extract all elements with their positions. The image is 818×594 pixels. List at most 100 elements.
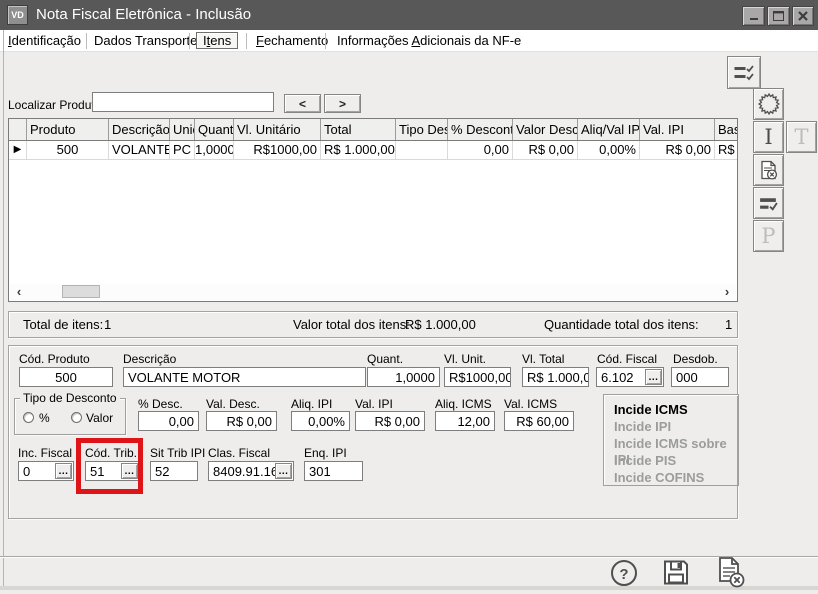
clas-fiscal-lookup-button[interactable]: ... (275, 463, 292, 479)
enq-ipi-field[interactable]: 301 (304, 461, 363, 481)
column-header-pct-desconto[interactable]: % Desconto (448, 119, 513, 140)
tab-fechamento[interactable]: Fechamento (256, 30, 328, 52)
radio-valor[interactable] (71, 412, 82, 423)
cod-produto-label: Cód. Produto (19, 352, 90, 366)
cod-trib-field[interactable]: 51 ... (85, 461, 140, 481)
items-table: Produto Descrição Unid Quant. Vl. Unitár… (8, 118, 738, 302)
column-header-produto[interactable]: Produto (27, 119, 109, 140)
help-button[interactable]: ? (610, 559, 638, 592)
cancel-button[interactable] (712, 555, 746, 594)
text-button-disabled: T (786, 121, 817, 153)
cell-pct-desconto: 0,00 (448, 141, 513, 159)
radio-valor-label: Valor (86, 411, 113, 425)
quantidade-total-value: 1 (725, 312, 732, 337)
cell-vl-unitario: R$1000,00 (234, 141, 321, 159)
scroll-right-icon[interactable]: › (720, 284, 734, 300)
previous-item-button[interactable]: < (284, 94, 321, 113)
minimize-button[interactable] (742, 6, 765, 26)
tab-itens[interactable]: Itens (196, 32, 238, 49)
aliq-ipi-field[interactable]: 0,00% (291, 411, 350, 431)
tab-informacoes-adicionais[interactable]: Informações Adicionais da NF-e (337, 30, 521, 52)
vl-total-field[interactable]: R$ 1.000,00 (522, 367, 589, 387)
column-header-descricao[interactable]: Descrição (109, 119, 170, 140)
scroll-left-icon[interactable]: ‹ (12, 284, 26, 300)
column-header-valor-desc[interactable]: Valor Desc (513, 119, 578, 140)
val-ipi-field[interactable]: R$ 0,00 (355, 411, 425, 431)
pct-desc-field[interactable]: 0,00 (138, 411, 199, 431)
vl-unit-field[interactable]: R$1000,00 (444, 367, 511, 387)
maximize-button[interactable] (767, 6, 790, 26)
p-button-disabled: P (753, 220, 784, 252)
vl-total-label: Vl. Total (522, 352, 564, 366)
table-row[interactable]: ▶ 500 VOLANTE MOTOR PC 1,0000 R$1000,00 … (9, 141, 737, 160)
descricao-field[interactable]: VOLANTE MOTOR (123, 367, 366, 387)
item-detail-panel: Cód. Produto 500 Descrição VOLANTE MOTOR… (8, 345, 738, 519)
clas-fiscal-value: 8409.91.16 (213, 464, 278, 479)
cell-valor-desc: R$ 0,00 (513, 141, 578, 159)
tab-dados-transporte[interactable]: Dados Transporte (94, 30, 197, 52)
val-icms-label: Val. ICMS (504, 397, 557, 411)
app-icon: VD (7, 5, 28, 25)
val-desc-field[interactable]: R$ 0,00 (206, 411, 277, 431)
val-icms-field[interactable]: R$ 60,00 (504, 411, 574, 431)
confirm-items-button[interactable] (727, 56, 761, 89)
cod-produto-field[interactable]: 500 (19, 367, 113, 387)
inc-fiscal-value: 0 (23, 464, 30, 479)
quant-field[interactable]: 1,0000 (367, 367, 440, 387)
column-header-vl-unitario[interactable]: Vl. Unitário (234, 119, 321, 140)
horizontal-scrollbar[interactable]: ‹ › (10, 284, 736, 300)
column-header-unid[interactable]: Unid (170, 119, 195, 140)
incide-ipi-indicator: Incide IPI (614, 419, 738, 436)
vl-unit-label: Vl. Unit. (444, 352, 486, 366)
valor-total-label: Valor total dos itens: (293, 312, 410, 337)
badge-seal-icon (758, 93, 780, 115)
next-item-button[interactable]: > (324, 94, 361, 113)
lines-check-icon (758, 193, 779, 214)
inc-fiscal-field[interactable]: 0 ... (18, 461, 74, 481)
tipo-desconto-title: Tipo de Desconto (20, 391, 120, 405)
desdob-field[interactable]: 000 (671, 367, 729, 387)
apply-items-button[interactable] (753, 187, 784, 219)
column-header-total[interactable]: Total (321, 119, 396, 140)
column-header-aliq-val-ipi[interactable]: Aliq/Val IPI (578, 119, 640, 140)
cell-descricao: VOLANTE MOTOR (109, 141, 170, 159)
scrollbar-thumb[interactable] (62, 285, 100, 298)
cell-tipo-desc (396, 141, 448, 159)
total-itens-label: Total de itens: (23, 312, 103, 337)
save-button[interactable] (662, 558, 690, 592)
valor-total-value: R$ 1.000,00 (405, 312, 476, 337)
column-header-tipo-desc[interactable]: Tipo Desc. (396, 119, 448, 140)
cod-fiscal-value: 6.102 (601, 370, 634, 385)
document-delete-icon (758, 160, 779, 181)
radio-percent-label: % (39, 411, 50, 425)
column-header-base[interactable]: Bas (715, 119, 737, 140)
column-header-quant[interactable]: Quant. (195, 119, 234, 140)
letter-p-icon: P (761, 226, 775, 247)
checked-lines-icon (733, 63, 755, 83)
cod-trib-lookup-button[interactable]: ... (121, 463, 138, 479)
tab-separator (325, 33, 326, 49)
localizar-produto-label: Localizar Produto (8, 98, 101, 112)
close-button[interactable] (792, 6, 814, 26)
remove-item-button[interactable] (753, 154, 784, 186)
cell-quant: 1,0000 (195, 141, 234, 159)
localizar-produto-input[interactable] (92, 92, 274, 112)
radio-percent[interactable] (23, 412, 34, 423)
badge-button[interactable] (753, 88, 784, 120)
aliq-icms-field[interactable]: 12,00 (435, 411, 495, 431)
incide-icms-indicator: Incide ICMS (614, 402, 738, 419)
sit-trib-ipi-field[interactable]: 52 (150, 461, 198, 481)
cod-trib-label: Cód. Trib. (85, 446, 137, 460)
item-button[interactable]: I (753, 121, 784, 153)
clas-fiscal-field[interactable]: 8409.91.16 ... (208, 461, 294, 481)
window-bottom-edge (0, 586, 818, 590)
column-header-val-ipi[interactable]: Val. IPI (640, 119, 715, 140)
totals-bar: Total de itens: 1 Valor total dos itens:… (8, 311, 738, 338)
maximize-icon (773, 11, 784, 21)
letter-i-icon: I (764, 127, 772, 148)
cod-fiscal-lookup-button[interactable]: ... (645, 369, 662, 385)
cod-fiscal-field[interactable]: 6.102 ... (596, 367, 664, 387)
tab-identificacao[interactable]: Identificação (8, 30, 81, 52)
window-title: Nota Fiscal Eletrônica - Inclusão (36, 0, 251, 30)
inc-fiscal-lookup-button[interactable]: ... (55, 463, 72, 479)
